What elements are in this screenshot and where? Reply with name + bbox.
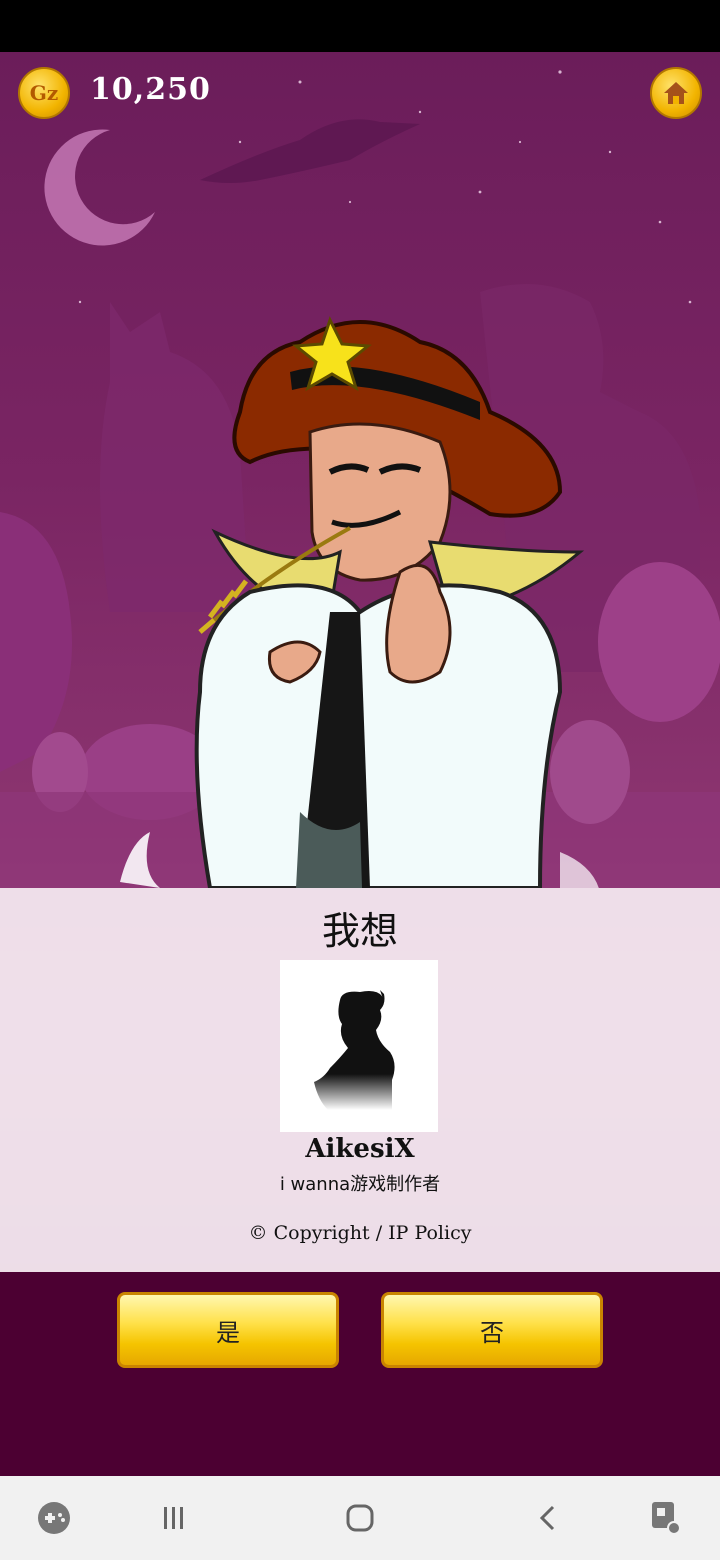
home-nav-button[interactable] bbox=[338, 1496, 382, 1540]
home-icon bbox=[664, 82, 688, 104]
game-launcher-button[interactable] bbox=[32, 1496, 76, 1540]
home-icon bbox=[346, 1504, 374, 1532]
status-bar bbox=[0, 0, 720, 52]
screen-assist-icon bbox=[652, 1502, 681, 1535]
back-button[interactable] bbox=[526, 1496, 570, 1540]
recents-icon bbox=[164, 1507, 183, 1529]
recents-button[interactable] bbox=[152, 1496, 196, 1540]
coin-icon-label: Gz bbox=[29, 81, 59, 105]
question-text: 我想 bbox=[321, 909, 398, 953]
coin-icon: Gz bbox=[18, 67, 70, 119]
character-portrait bbox=[280, 960, 438, 1132]
character-description: i wanna游戏制作者 bbox=[279, 1174, 441, 1195]
home-button[interactable] bbox=[650, 67, 702, 119]
yes-button[interactable]: 是 bbox=[117, 1292, 339, 1368]
navigation-bar bbox=[0, 1476, 720, 1560]
game-screen: Gz 10,250 我想 AikesiX i wanna游戏制作者 © Copy… bbox=[0, 52, 720, 1476]
question-panel: 我想 AikesiX i wanna游戏制作者 © Copyright / IP… bbox=[0, 888, 720, 1272]
copyright-link[interactable]: © Copyright / IP Policy bbox=[0, 1222, 720, 1244]
no-button[interactable]: 否 bbox=[381, 1292, 603, 1368]
character-name: AikesiX bbox=[305, 1134, 415, 1164]
game-launcher-icon bbox=[38, 1502, 70, 1534]
answer-area: 是 否 bbox=[0, 1272, 720, 1476]
character-silhouette bbox=[314, 990, 395, 1110]
scene-illustration bbox=[0, 70, 720, 888]
coin-balance: 10,250 bbox=[90, 72, 211, 107]
screen-assist-button[interactable] bbox=[644, 1496, 688, 1540]
back-icon bbox=[539, 1505, 555, 1531]
